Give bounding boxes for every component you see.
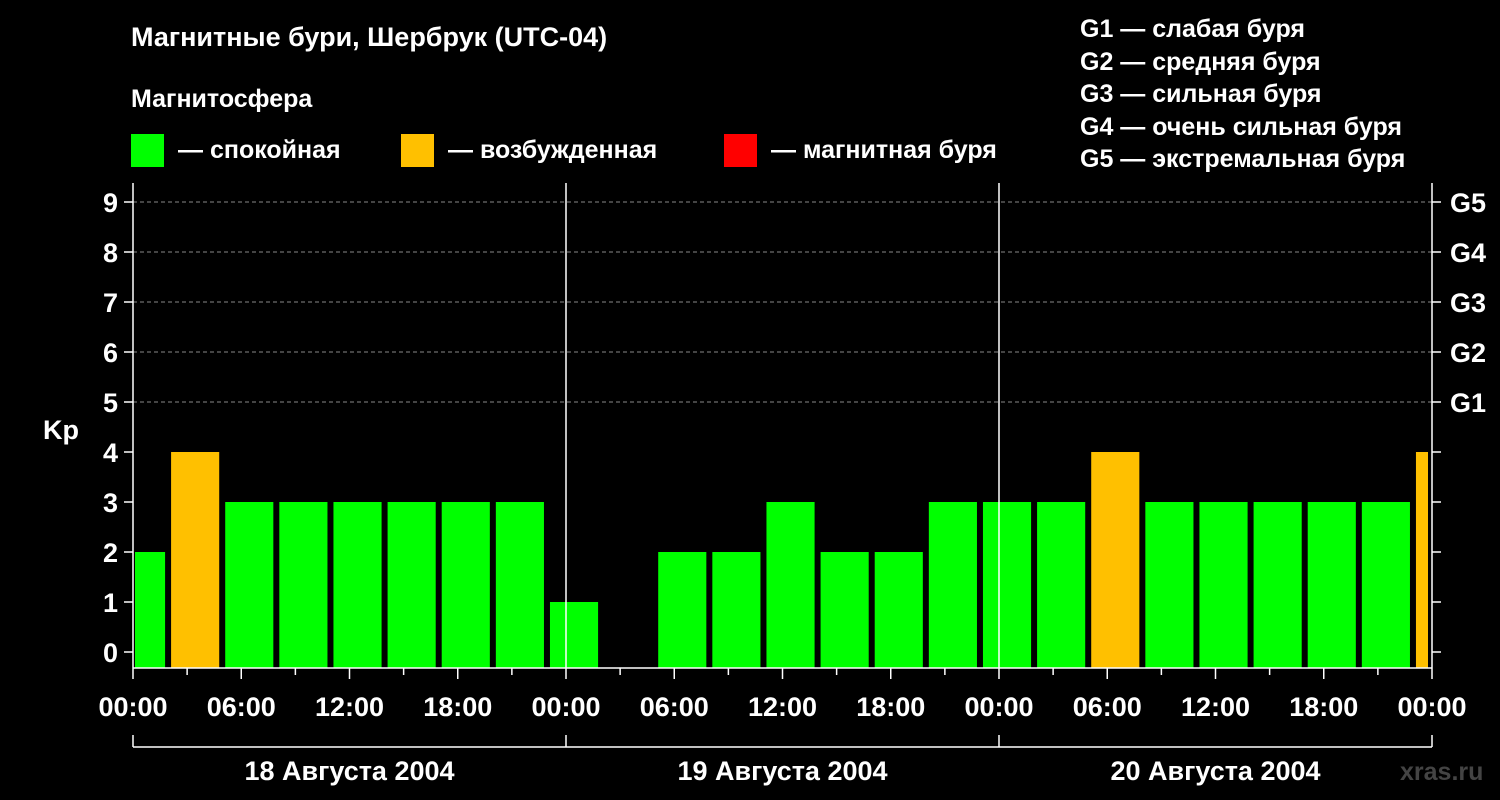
- kp-bar: [658, 552, 707, 668]
- x-tick-label: 12:00: [748, 692, 817, 722]
- x-tick-label: 06:00: [640, 692, 709, 722]
- y-axis-label: Kp: [43, 415, 79, 445]
- day-label: 18 Августа 2004: [244, 756, 454, 786]
- g-level-label: G1: [1450, 388, 1486, 418]
- x-tick-label: 18:00: [423, 692, 492, 722]
- g-level-label: G3: [1450, 288, 1486, 318]
- y-tick-label: 7: [103, 288, 118, 318]
- x-tick-label: 06:00: [207, 692, 276, 722]
- kp-bar: [1091, 452, 1140, 668]
- kp-bar: [333, 502, 382, 668]
- axis-labels: 0 1 2 3 4 5 6 7 8 9 G1 G2 G3 G4 G5 00:00 06:00 12:00 18:00…: [98, 188, 1486, 786]
- kp-bar: [1145, 502, 1194, 668]
- kp-bar: [549, 602, 599, 668]
- y-tick-label: 0: [103, 638, 118, 668]
- kp-bar: [1415, 452, 1428, 668]
- y-tick-label: 6: [103, 338, 118, 368]
- g-level-label: G4: [1450, 238, 1486, 268]
- day-label: 20 Августа 2004: [1110, 756, 1320, 786]
- kp-bar: [1253, 502, 1302, 668]
- x-tick-label: 00:00: [98, 692, 167, 722]
- y-tick-label: 3: [103, 488, 118, 518]
- kp-bar: [1199, 502, 1248, 668]
- y-tick-label: 4: [103, 438, 118, 468]
- watermark: xras.ru: [1400, 758, 1483, 786]
- x-tick-label: 12:00: [1181, 692, 1250, 722]
- x-tick-label: 00:00: [1397, 692, 1466, 722]
- kp-bar: [928, 502, 977, 668]
- kp-chart: 0 1 2 3 4 5 6 7 8 9 G1 G2 G3 G4 G5 00:00 06:00 12:00 18:00…: [43, 183, 1486, 786]
- x-tick-label: 12:00: [315, 692, 384, 722]
- y-tick-label: 9: [103, 188, 118, 218]
- kp-bar: [225, 502, 274, 668]
- kp-bar: [1361, 502, 1410, 668]
- kp-bar: [279, 502, 328, 668]
- kp-bar: [766, 502, 815, 668]
- x-tick-label: 00:00: [531, 692, 600, 722]
- y-tick-label: 2: [103, 538, 118, 568]
- kp-bar: [495, 502, 544, 668]
- kp-bar: [387, 502, 436, 668]
- y-tick-label: 5: [103, 388, 118, 418]
- y-tick-label: 8: [103, 238, 118, 268]
- kp-bar: [982, 502, 1032, 668]
- day-label: 19 Августа 2004: [677, 756, 887, 786]
- kp-bar: [441, 502, 490, 668]
- x-tick-label: 06:00: [1073, 692, 1142, 722]
- x-tick-label: 18:00: [856, 692, 925, 722]
- kp-bar: [1037, 502, 1086, 668]
- x-tick-label: 18:00: [1289, 692, 1358, 722]
- x-tick-label: 00:00: [964, 692, 1033, 722]
- kp-bars: [135, 452, 1428, 668]
- kp-bar: [171, 452, 220, 668]
- kp-bar: [135, 552, 166, 668]
- kp-bar: [1307, 502, 1356, 668]
- kp-bar: [874, 552, 923, 668]
- grid-lines: [133, 201, 1432, 403]
- kp-bar: [820, 552, 869, 668]
- y-tick-label: 1: [103, 588, 118, 618]
- g-level-label: G5: [1450, 188, 1486, 218]
- kp-bar: [712, 552, 761, 668]
- g-level-label: G2: [1450, 338, 1486, 368]
